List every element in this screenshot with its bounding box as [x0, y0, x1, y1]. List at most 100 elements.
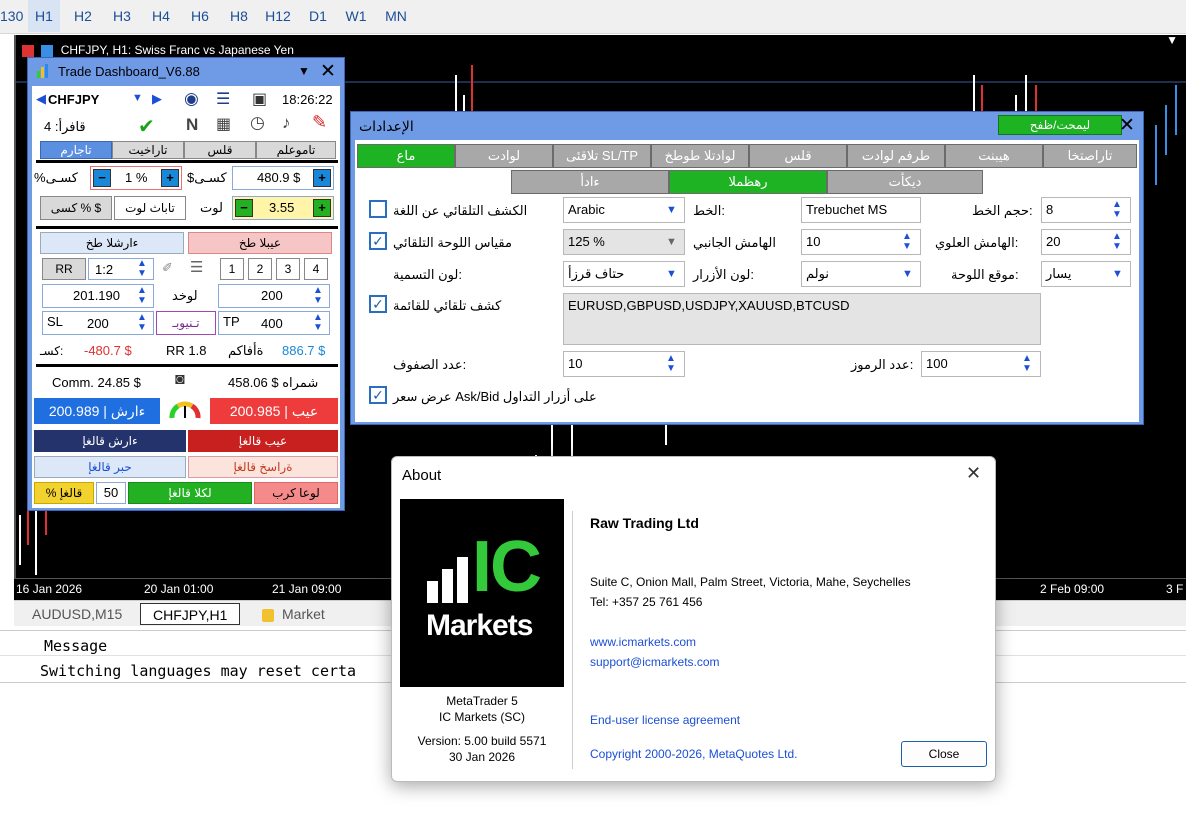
- close-icon[interactable]: ✕: [320, 60, 336, 83]
- minus-icon[interactable]: −: [93, 169, 111, 187]
- rr-button[interactable]: RR: [42, 258, 86, 280]
- preset-button[interactable]: 1: [220, 258, 244, 280]
- spinner-icon[interactable]: ▲ ▼: [1112, 200, 1122, 220]
- close-pct-button[interactable]: % قالغإ: [34, 482, 94, 504]
- close-button[interactable]: Close: [901, 741, 987, 767]
- timer-icon[interactable]: ◷: [250, 113, 265, 133]
- calendar-icon[interactable]: ▦: [216, 114, 231, 134]
- rows-stepper[interactable]: 10 ▲ ▼: [563, 351, 685, 377]
- tp-field[interactable]: TP 400 ▲ ▼: [218, 311, 330, 335]
- spinner-icon[interactable]: ▲ ▼: [137, 313, 147, 333]
- symbol-dropdown-icon[interactable]: ▼: [132, 92, 143, 104]
- close-profit-button[interactable]: حبر قالغإ: [34, 456, 186, 478]
- auto-list-checkbox[interactable]: ✓: [369, 295, 387, 313]
- tf-button[interactable]: H12: [258, 0, 298, 32]
- wrench-icon[interactable]: ✎: [312, 112, 327, 133]
- risk-mode-button[interactable]: كسى % $: [40, 196, 112, 220]
- scale-select[interactable]: 125 % ▼: [563, 229, 685, 255]
- settings-tab[interactable]: قلس: [749, 144, 847, 168]
- breakeven-button[interactable]: لوعا كرب: [254, 482, 338, 504]
- eye-icon[interactable]: ◉: [184, 89, 199, 109]
- fixed-lot-button[interactable]: تاباث لوت: [114, 196, 186, 220]
- dash-tab-active[interactable]: تاجارم: [40, 141, 112, 159]
- settings-subtab-active[interactable]: رهظملا: [669, 170, 827, 194]
- panel-position-select[interactable]: يسار ▼: [1041, 261, 1131, 287]
- bell-icon[interactable]: ♪: [282, 113, 291, 133]
- sell-line-tab[interactable]: عيبلا طخ: [188, 232, 332, 254]
- save-load-button[interactable]: ليمحت/ظفح: [998, 115, 1122, 135]
- chart-tab-active[interactable]: CHFJPY,H1: [140, 603, 241, 625]
- settings-tab[interactable]: تاراصتخا: [1043, 144, 1137, 168]
- tf-button[interactable]: 130: [0, 0, 23, 32]
- settings-tab[interactable]: هيبنت: [945, 144, 1043, 168]
- settings-tab-active[interactable]: ماع: [357, 144, 455, 168]
- distance-field[interactable]: 200 ▲ ▼: [218, 284, 330, 308]
- tf-button-active[interactable]: H1: [28, 0, 60, 32]
- auto-detect-checkbox[interactable]: [369, 200, 387, 218]
- chart-tab[interactable]: Market: [250, 603, 337, 625]
- news-button[interactable]: N: [186, 115, 198, 135]
- tf-button[interactable]: H6: [183, 0, 217, 32]
- tf-button[interactable]: H4: [144, 0, 178, 32]
- save-icon[interactable]: ▣: [252, 89, 267, 109]
- buy-button[interactable]: 200.989 | ءارش: [34, 398, 160, 424]
- plus-icon[interactable]: +: [161, 169, 179, 187]
- risk-amount-field[interactable]: 480.9 $ +: [232, 166, 334, 190]
- ask-bid-checkbox[interactable]: ✓: [369, 386, 387, 404]
- close-pct-field[interactable]: 50: [96, 482, 126, 504]
- close-icon[interactable]: ✕: [1119, 114, 1135, 137]
- copyright-link[interactable]: Copyright 2000-2026, MetaQuotes Ltd.: [590, 747, 797, 761]
- side-margin-stepper[interactable]: 10 ▲ ▼: [801, 229, 921, 255]
- prev-symbol-icon[interactable]: ◀: [36, 91, 46, 107]
- sl-field[interactable]: SL 200 ▲ ▼: [42, 311, 154, 335]
- plus-icon[interactable]: +: [313, 199, 331, 217]
- preset-button[interactable]: 3: [276, 258, 300, 280]
- camera-icon[interactable]: ◙: [175, 371, 185, 389]
- symbols-list-field[interactable]: EURUSD,GBPUSD,USDJPY,XAUUSD,BTCUSD: [563, 293, 1041, 345]
- sell-button[interactable]: 200.985 | عيب: [210, 398, 338, 424]
- top-margin-stepper[interactable]: 20 ▲ ▼: [1041, 229, 1131, 255]
- close-sell-button[interactable]: عيب قالغإ: [188, 430, 338, 452]
- website-link[interactable]: www.icmarkets.com: [590, 635, 696, 649]
- minus-icon[interactable]: −: [235, 199, 253, 217]
- settings-tab[interactable]: لوادت: [455, 144, 553, 168]
- chart-tab[interactable]: AUDUSD,M15: [20, 603, 134, 625]
- dash-tab[interactable]: قلس: [184, 141, 256, 159]
- spinner-icon[interactable]: ▲ ▼: [902, 232, 912, 252]
- spinner-icon[interactable]: ▲ ▼: [666, 354, 676, 374]
- close-loss-button[interactable]: ةراسخ قالغإ: [188, 456, 338, 478]
- settings-tab[interactable]: تلاقئى SL/TP: [553, 144, 651, 168]
- settings-tab[interactable]: لوادتلا طوطخ: [651, 144, 749, 168]
- plus-icon[interactable]: +: [313, 169, 331, 187]
- rr-field[interactable]: 1:2 ▲ ▼: [88, 258, 154, 280]
- buy-line-tab[interactable]: ءارشلا طخ: [40, 232, 184, 254]
- dash-tab[interactable]: تاموعلم: [256, 141, 336, 159]
- lot-field[interactable]: − 3.55 +: [232, 196, 334, 220]
- message-line[interactable]: Switching languages may reset certa: [40, 662, 356, 680]
- spinner-icon[interactable]: ▲ ▼: [313, 313, 323, 333]
- lines-icon[interactable]: ☰: [190, 258, 203, 276]
- font-input[interactable]: Trebuchet MS: [801, 197, 921, 223]
- minimize-icon[interactable]: ▼: [298, 64, 310, 78]
- spinner-icon[interactable]: ▲ ▼: [137, 286, 147, 306]
- tf-button[interactable]: H3: [105, 0, 139, 32]
- settings-subtab[interactable]: ديكأت: [827, 170, 983, 194]
- close-buy-button[interactable]: ءارش قالغإ: [34, 430, 186, 452]
- settings-tab[interactable]: طرفم لوادت: [847, 144, 945, 168]
- language-select[interactable]: Arabic ▼: [563, 197, 685, 223]
- risk-pct-field[interactable]: − 1 % +: [90, 166, 182, 190]
- tf-button[interactable]: H8: [222, 0, 256, 32]
- font-size-stepper[interactable]: 8 ▲ ▼: [1041, 197, 1131, 223]
- tf-button[interactable]: H2: [66, 0, 100, 32]
- auto-scale-checkbox[interactable]: ✓: [369, 232, 387, 250]
- symbols-count-stepper[interactable]: 100 ▲ ▼: [921, 351, 1041, 377]
- spinner-icon[interactable]: ▲ ▼: [137, 259, 147, 279]
- button-color-select[interactable]: نولم ▼: [801, 261, 921, 287]
- dashboard-titlebar[interactable]: Trade Dashboard_V6.88 ▼ ✕: [28, 58, 344, 86]
- tf-button[interactable]: W1: [339, 0, 373, 32]
- eula-link[interactable]: End-user license agreement: [590, 713, 740, 727]
- dash-tab[interactable]: تاراخيت: [112, 141, 184, 159]
- spinner-icon[interactable]: ▲ ▼: [1112, 232, 1122, 252]
- email-link[interactable]: support@icmarkets.com: [590, 655, 720, 669]
- tf-button[interactable]: D1: [302, 0, 334, 32]
